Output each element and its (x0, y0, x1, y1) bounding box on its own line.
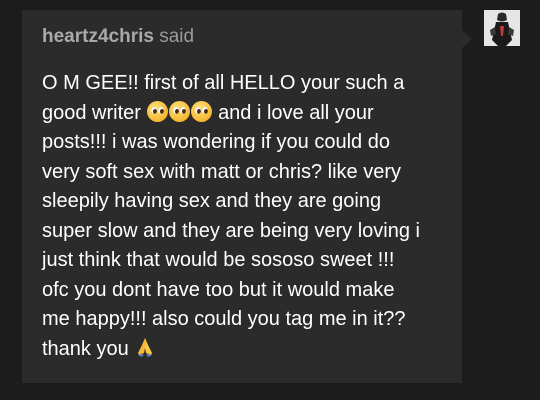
asker-avatar[interactable] (484, 10, 520, 46)
ask-line: O M GEE!! first of all HELLO your such a (42, 72, 405, 94)
ask-line: me happy!!! also could you tag me in it?… (42, 308, 406, 330)
ask-line: thank you (42, 337, 129, 360)
ask-line-with-emoji: thank you (42, 335, 452, 365)
asker-line: heartz4chris said (42, 26, 194, 48)
ask-question-text: O M GEE!! first of all HELLO your such a… (42, 69, 452, 364)
said-label: said (159, 26, 195, 47)
ask-line: good writer (42, 101, 141, 124)
pleading-face-icon (190, 100, 212, 122)
pleading-face-icon (168, 100, 190, 122)
ask-card: heartz4chris said O M GEE!! first of all… (22, 10, 462, 383)
asker-name-link[interactable]: heartz4chris (42, 26, 154, 47)
ask-bubble-pointer (462, 30, 472, 48)
avatar-image (484, 10, 520, 46)
ask-line: just think that would be sososo sweet !!… (42, 249, 395, 271)
ask-page: heartz4chris said O M GEE!! first of all… (0, 0, 540, 400)
ask-line: super slow and they are being very lovin… (42, 219, 420, 242)
ask-line: and i love all your (218, 101, 374, 124)
ask-line: ofc you dont have too but it would make (42, 278, 395, 301)
ask-line: sleepily having sex and they are going (42, 190, 382, 212)
ask-line-with-emoji: good writer and i love all your (42, 99, 452, 129)
ask-line: posts!!! i was wondering if you could do (42, 131, 390, 153)
folded-hands-icon (138, 337, 153, 357)
ask-line: very soft sex with matt or chris? like v… (42, 160, 401, 183)
pleading-face-icon (146, 100, 168, 122)
